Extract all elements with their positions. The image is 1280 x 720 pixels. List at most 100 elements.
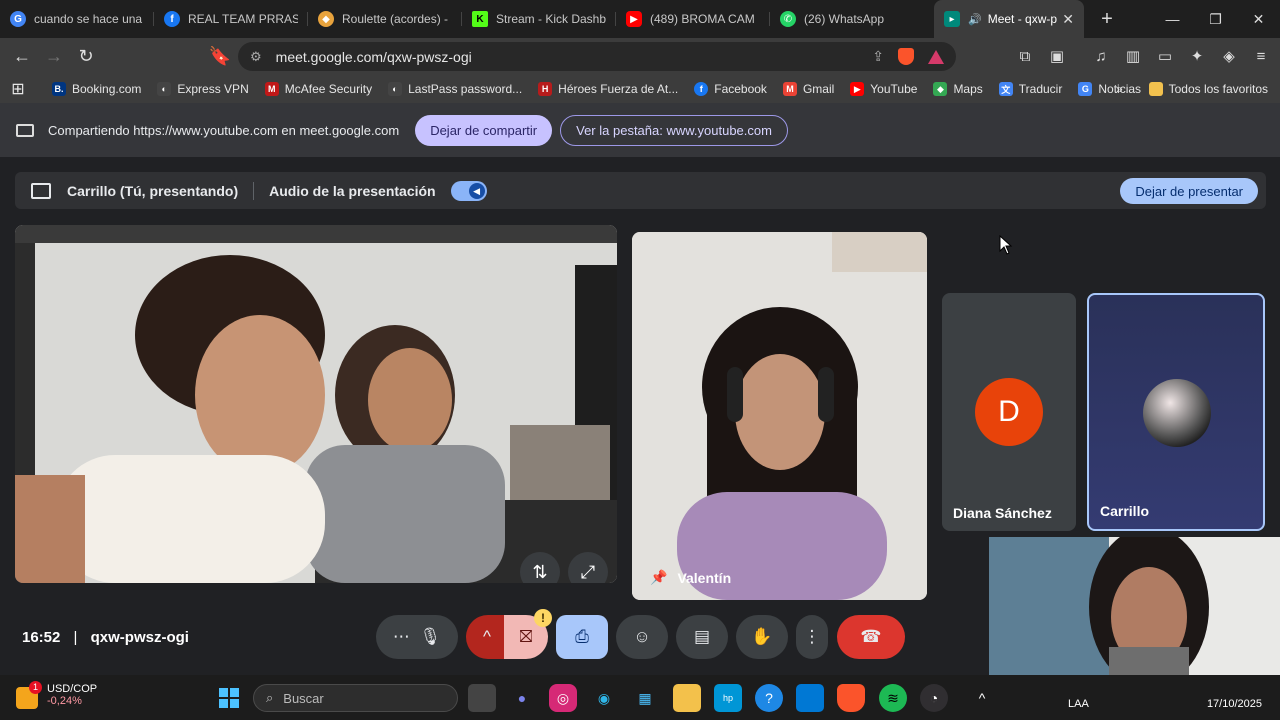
browser-tab-active[interactable]: ▸ 🔊 Meet - qxw-p ✕: [934, 0, 1084, 38]
shared-screen-tile[interactable]: ⇅ ⤢: [15, 225, 617, 583]
more-options-button[interactable]: ⋮: [796, 615, 828, 659]
new-tab-button[interactable]: +: [1092, 8, 1122, 31]
bookmark-icon[interactable]: 🔖: [206, 43, 234, 71]
presentation-bar: Carrillo (Tú, presentando) Audio de la p…: [15, 172, 1266, 209]
camera-off-button[interactable]: ⛝ !: [504, 609, 552, 659]
captions-button[interactable]: ▤: [676, 615, 728, 659]
obs-icon[interactable]: ◔: [920, 684, 948, 712]
bookmark-item[interactable]: ▶ YouTube: [842, 75, 925, 103]
brave-icon[interactable]: [837, 684, 865, 712]
meeting-time: 16:52: [22, 629, 61, 646]
tray-chevron-icon[interactable]: ^: [968, 684, 996, 712]
all-bookmarks-folder[interactable]: Todos los favoritos: [1141, 75, 1276, 103]
browser-tab[interactable]: ▶ (489) BROMA CAM: [616, 0, 770, 38]
bookmark-item[interactable]: H Héroes Fuerza de At...: [530, 75, 686, 103]
browser-tab[interactable]: ◆ Roulette (acordes) - S: [308, 0, 462, 38]
camera-options-button[interactable]: ^: [466, 615, 508, 659]
taskbar-search[interactable]: ⌕ Buscar: [253, 684, 458, 712]
browser-tab[interactable]: G cuando se hace una n: [0, 0, 154, 38]
menu-icon[interactable]: ≡: [1250, 42, 1272, 70]
apps-icon[interactable]: ⊞: [0, 75, 36, 103]
tab-title: REAL TEAM PRRAS! | F: [188, 12, 298, 26]
site-info-icon[interactable]: ⚙: [250, 49, 262, 65]
reactions-button[interactable]: ☺: [616, 615, 668, 659]
shield-icon: ◆: [318, 11, 334, 27]
currency-widget[interactable]: 1 USD/COP -0,24%: [16, 681, 97, 709]
captions-icon: ▤: [693, 627, 711, 646]
view-tab-button[interactable]: Ver la pestaña: www.youtube.com: [560, 114, 788, 146]
chevron-up-icon: ^: [483, 627, 491, 646]
vpn-icon[interactable]: ◈: [1218, 42, 1240, 70]
leave-call-button[interactable]: ☎: [837, 615, 905, 659]
browser-tab[interactable]: ✆ (26) WhatsApp: [770, 0, 924, 38]
participant-tile-diana[interactable]: D Diana Sánchez: [942, 293, 1076, 531]
bookmark-item[interactable]: ◆ Maps: [925, 75, 990, 103]
minimize-icon[interactable]: —: [1151, 0, 1194, 38]
sidebar-icon[interactable]: ▥: [1122, 42, 1144, 70]
system-date[interactable]: 17/10/2025: [1207, 698, 1262, 710]
file-explorer-icon[interactable]: [673, 684, 701, 712]
mcafee-icon: M: [264, 82, 279, 96]
bookmark-item[interactable]: 文 Traducir: [991, 75, 1071, 103]
app-icon[interactable]: [796, 684, 824, 712]
bookmark-item[interactable]: M Gmail: [775, 75, 842, 103]
task-view-icon[interactable]: [468, 684, 496, 712]
self-view-video[interactable]: [989, 537, 1280, 675]
bookmark-label: YouTube: [870, 82, 918, 96]
share-icon[interactable]: ⇪: [872, 48, 884, 65]
input-language[interactable]: LAA: [1068, 698, 1089, 710]
close-tab-icon[interactable]: ✕: [1062, 11, 1074, 28]
browser-tab-strip: G cuando se hace una n f REAL TEAM PRRAS…: [0, 0, 1280, 38]
bookmark-item[interactable]: M McAfee Security: [257, 75, 380, 103]
browser-toolbar: ← → ↻ 🔖 ⚙ meet.google.com/qxw-pwsz-ogi ⇪…: [0, 38, 1280, 75]
search-icon: ⌕: [266, 690, 274, 705]
presentation-audio-toggle[interactable]: ◀: [450, 180, 487, 201]
hang-up-icon: ☎: [860, 627, 882, 646]
presenter-label: Carrillo (Tú, presentando): [67, 182, 239, 199]
brave-rewards-icon[interactable]: [928, 49, 944, 64]
teams-icon[interactable]: ●: [508, 684, 536, 712]
participant-tile-valentin[interactable]: 📌 Valentín: [632, 232, 927, 600]
booking-icon: B.: [52, 82, 66, 96]
help-icon[interactable]: ?: [755, 684, 783, 712]
wallet-icon[interactable]: ▭: [1154, 42, 1176, 70]
back-icon[interactable]: ←: [8, 43, 36, 71]
bookmark-item[interactable]: ◐ Express VPN: [149, 75, 256, 103]
maximize-icon[interactable]: ❐: [1194, 0, 1237, 38]
participant-label: 📌 Valentín: [650, 569, 731, 586]
raise-hand-button[interactable]: ✋: [736, 615, 788, 659]
stop-sharing-button[interactable]: Dejar de compartir: [415, 114, 553, 146]
start-icon[interactable]: [215, 684, 243, 712]
forward-icon[interactable]: →: [40, 43, 68, 71]
meet-main: Carrillo (Tú, presentando) Audio de la p…: [0, 157, 1280, 675]
address-bar[interactable]: ⚙ meet.google.com/qxw-pwsz-ogi ⇪: [238, 42, 956, 71]
bookmark-item[interactable]: ◐ LastPass password...: [380, 75, 530, 103]
extensions-icon[interactable]: ⧉: [1014, 42, 1036, 70]
shared-video-frame: [15, 225, 617, 583]
news-icon: G: [1078, 82, 1093, 96]
microphone-button[interactable]: ⋯ 🎙: [376, 615, 458, 659]
bookmark-item[interactable]: B. Booking.com: [44, 75, 149, 103]
participant-tile-carrillo[interactable]: Carrillo: [1087, 293, 1265, 531]
store-icon[interactable]: ▦: [631, 684, 659, 712]
more-bookmarks-icon[interactable]: »: [1108, 75, 1131, 103]
media-icon[interactable]: ♫: [1090, 42, 1112, 70]
browser-tab[interactable]: f REAL TEAM PRRAS! | F: [154, 0, 308, 38]
reload-icon[interactable]: ↻: [72, 43, 100, 71]
pin-icon: 📌: [650, 569, 668, 585]
spotify-icon[interactable]: ≋: [879, 684, 907, 712]
brave-shields-icon[interactable]: [898, 48, 914, 65]
present-screen-button[interactable]: ⎙: [556, 615, 608, 659]
tab-search-icon[interactable]: ▣: [1046, 42, 1068, 70]
currency-change: -0,24%: [47, 695, 82, 707]
hp-icon[interactable]: hp: [714, 684, 742, 712]
bookmark-item[interactable]: f Facebook: [686, 75, 775, 103]
more-options-icon[interactable]: ⋯: [393, 627, 410, 647]
edge-icon[interactable]: ◉: [590, 684, 618, 712]
bookmark-label: McAfee Security: [284, 82, 373, 96]
browser-tab[interactable]: K Stream - Kick Dashbo: [462, 0, 616, 38]
stop-presenting-button[interactable]: Dejar de presentar: [1120, 178, 1258, 204]
leo-ai-icon[interactable]: ✦: [1186, 42, 1208, 70]
instagram-icon[interactable]: ◎: [549, 684, 577, 712]
close-window-icon[interactable]: ✕: [1237, 0, 1280, 38]
